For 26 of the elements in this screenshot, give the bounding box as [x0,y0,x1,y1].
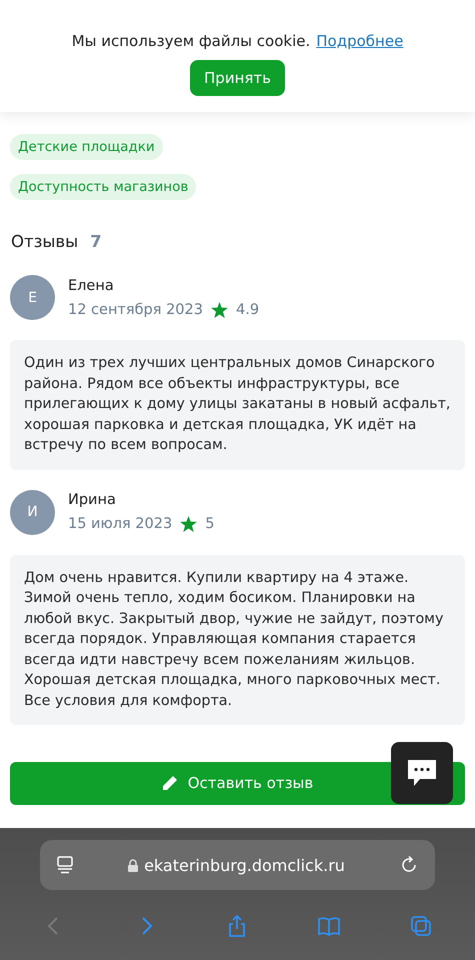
star-icon [210,302,228,318]
review-text: Один из трех лучших центральных домов Синарского района. Рядом все объекты инфраструктуры, все прилегающих к дому улицы закатаны в новый асфальт, хорошая парковка и детская площадка, УК идёт на встречу по всем вопросам. [10,340,465,470]
lock-icon [128,858,138,872]
accept-button[interactable]: Принять [190,60,285,96]
rating-value: 4.9 [236,302,260,318]
section-title: Отзывы [11,232,78,251]
review-date: 15 июля 2023 [68,516,172,532]
pencil-icon [162,775,178,791]
star-icon [180,516,198,532]
author-name: Елена [68,278,115,294]
address-bar[interactable]: ekaterinburg.domclick.ru [40,840,435,890]
chat-button[interactable] [391,742,453,804]
tag: Детские площадки [10,134,163,160]
cookie-text: Мы используем файлы cookie. [72,32,310,50]
rating-value: 5 [205,516,214,532]
url-text: ekaterinburg.domclick.ru [144,856,345,874]
tag: Доступность магазинов [10,174,196,200]
reader-icon [56,856,74,874]
review-count: 7 [90,232,102,251]
author-name: Ирина [68,492,117,508]
avatar: Е [10,275,55,320]
tabs-icon[interactable] [409,914,434,938]
details-link[interactable]: Подробнее [316,32,404,50]
avatar: И [10,490,55,534]
review-date: 12 сентября 2023 [68,302,203,318]
review-text: Дом очень нравится. Купили квартиру на 4 этаже. Зимой очень тепло, ходим босиком. Планировки на любой вкус. Закрытый двор, чужие не зайдут, поэтому всегда порядок. Управляющая компания старается всегда идти навстречу всем пожеланиям жильцов. Хорошая детская площадка, много парковочных мест. Все условия для комфорта. [10,554,465,725]
